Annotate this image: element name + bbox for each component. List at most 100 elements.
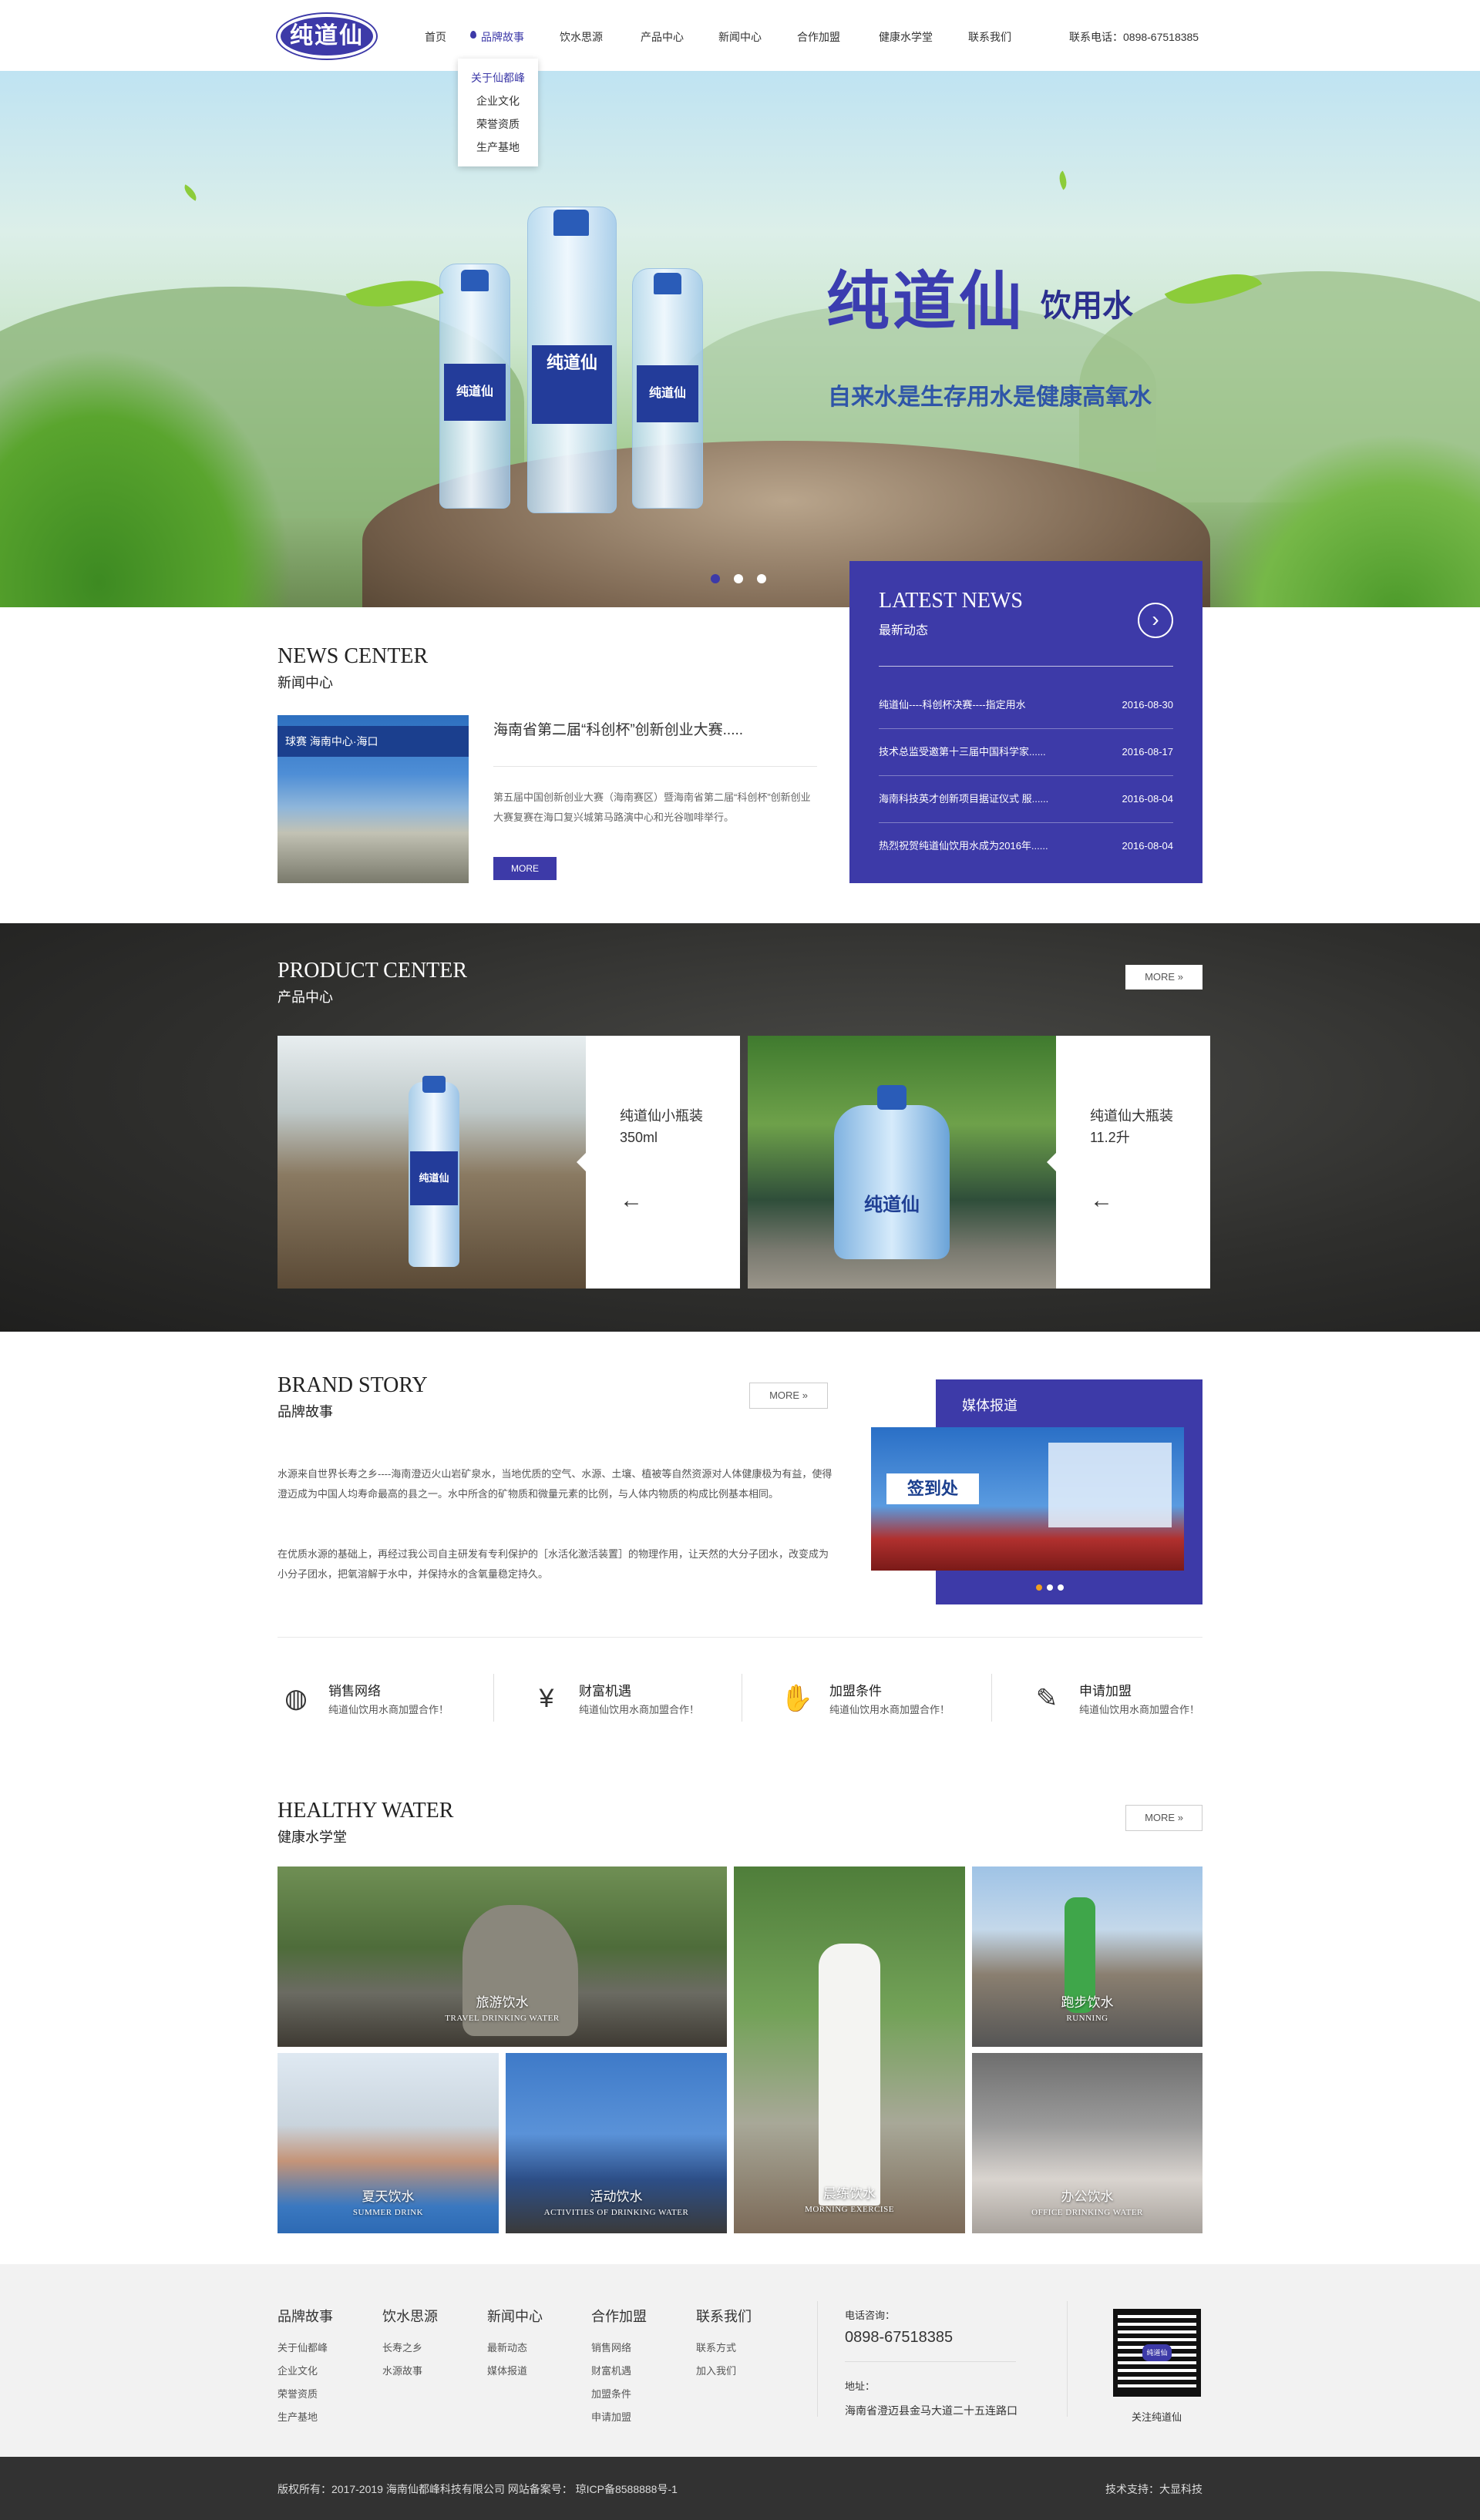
bottle-label: 纯道仙: [444, 364, 506, 421]
tile-travel[interactable]: 旅游饮水 TRAVEL DRINKING WATER: [278, 1866, 727, 2047]
product-more-button[interactable]: MORE »: [1125, 965, 1202, 990]
tile-caption: 跑步饮水: [1061, 1995, 1114, 2010]
healthy-more-button[interactable]: MORE »: [1125, 1805, 1202, 1831]
footer-link[interactable]: 媒体报道: [487, 2360, 543, 2383]
news-more-button[interactable]: MORE: [493, 857, 557, 880]
dropdown-item-honors[interactable]: 荣誉资质: [458, 113, 538, 136]
tile-caption: 旅游饮水: [476, 1995, 529, 2010]
tile-activities[interactable]: 活动饮水 ACTIVITIES OF DRINKING WATER: [506, 2053, 727, 2233]
footer-link[interactable]: 销售网络: [591, 2337, 647, 2360]
nav-news[interactable]: 新闻中心: [718, 0, 762, 71]
product-image: 纯道仙: [748, 1036, 1056, 1289]
tile-summer[interactable]: 夏天饮水 SUMMER DRINK: [278, 2053, 499, 2233]
site-logo[interactable]: 纯道仙: [278, 14, 376, 59]
footer-address: 海南省澄迈县金马大道二十五连路口: [845, 2404, 1018, 2417]
fern-foliage-right: [1202, 433, 1480, 607]
nav-home[interactable]: 首页: [425, 0, 446, 71]
tech-support[interactable]: 技术支持：大显科技: [1105, 2481, 1202, 2497]
footer-link[interactable]: 财富机遇: [591, 2360, 647, 2383]
footer-link[interactable]: 加盟条件: [591, 2383, 647, 2406]
news-summary: 第五届中国创新创业大赛（海南赛区）暨海南省第二届“科创杯”创新创业大赛复赛在海口…: [493, 791, 811, 823]
banner-board: [1048, 1443, 1172, 1527]
brand-more-button[interactable]: MORE »: [749, 1383, 828, 1409]
latest-news-item[interactable]: 纯道仙----科创杯决赛----指定用水 2016-08-30: [879, 682, 1173, 729]
hero-banner: 纯道仙 纯道仙 纯道仙 纯道仙 饮用水 自来水是生存用水是健康高氧水: [0, 71, 1480, 607]
slider-dot[interactable]: [757, 574, 766, 583]
latest-news-item[interactable]: 技术总监受邀第十三届中国科学家...... 2016-08-17: [879, 729, 1173, 776]
bottle-cap: [461, 270, 489, 291]
nav-healthy-water[interactable]: 健康水学堂: [879, 0, 933, 71]
photo-banner-text: 球赛 海南中心·海口: [278, 726, 469, 757]
dropdown-item-base[interactable]: 生产基地: [458, 136, 538, 159]
slider-dot-active[interactable]: [1036, 1584, 1042, 1591]
slider-dot[interactable]: [1047, 1584, 1053, 1591]
divider: [493, 1674, 494, 1722]
media-title: 媒体报道: [962, 1398, 1018, 1413]
dropdown-item-culture[interactable]: 企业文化: [458, 89, 538, 113]
arrow-right-circle-icon[interactable]: ›: [1138, 603, 1173, 638]
latest-news-item[interactable]: 海南科技英才创新项目据证仪式 服...... 2016-08-04: [879, 776, 1173, 823]
double-chevron-icon: »: [1177, 1812, 1183, 1823]
bottle-label: 纯道仙: [637, 365, 698, 422]
brand-paragraph-1: 水源来自世界长寿之乡----海南澄迈火山岩矿泉水，当地优质的空气、水源、土壤、植…: [278, 1468, 832, 1500]
feature-title: 财富机遇: [579, 1684, 631, 1698]
footer-col-news: 新闻中心 最新动态 媒体报道: [487, 2306, 543, 2383]
tile-running[interactable]: 跑步饮水 RUNNING: [972, 1866, 1202, 2047]
latest-news-item[interactable]: 热烈祝贺纯道仙饮用水成为2016年...... 2016-08-04: [879, 823, 1173, 870]
arrow-left-icon[interactable]: ←: [1090, 1189, 1113, 1212]
feature-conditions[interactable]: ✋ 加盟条件 纯道仙饮用水商加盟合作！: [779, 1677, 1010, 1720]
nav-water-source[interactable]: 饮水思源: [560, 0, 603, 71]
product-card[interactable]: 纯道仙 纯道仙小瓶装 350ml ←: [278, 1036, 740, 1289]
arrow-left-icon[interactable]: ←: [620, 1189, 643, 1212]
footer-col-head[interactable]: 联系我们: [696, 2306, 752, 2326]
qr-code-icon: 纯道仙: [1113, 2309, 1201, 2397]
footer-link[interactable]: 生产基地: [278, 2406, 333, 2429]
footer-link[interactable]: 加入我们: [696, 2360, 752, 2383]
footer-col-head[interactable]: 新闻中心: [487, 2306, 543, 2326]
divider: [845, 2361, 1016, 2362]
footer-link[interactable]: 关于仙都峰: [278, 2337, 333, 2360]
feature-sales-network[interactable]: ◍ 销售网络 纯道仙饮用水商加盟合作！: [278, 1677, 509, 1720]
brand-paragraph-2: 在优质水源的基础上，再经过我公司自主研发有专利保护的［水活化激活装置］的物理作用…: [278, 1548, 829, 1580]
news-headline[interactable]: 海南省第二届“科创杯”创新创业大赛.....: [493, 718, 743, 739]
feature-desc: 纯道仙饮用水商加盟合作！: [328, 1704, 449, 1715]
healthy-heading: HEALTHY WATER 健康水学堂: [278, 1799, 1202, 1846]
tile-morning[interactable]: 晨练饮水 MORNING EXERCISE: [734, 1866, 965, 2233]
bottle-label: 纯道仙: [532, 345, 612, 424]
nav-cooperation[interactable]: 合作加盟: [797, 0, 840, 71]
slider-dot[interactable]: [734, 574, 743, 583]
tile-office[interactable]: 办公饮水 OFFICE DRINKING WATER: [972, 2053, 1202, 2233]
feature-wealth[interactable]: ¥ 财富机遇 纯道仙饮用水商加盟合作！: [528, 1677, 759, 1720]
form-edit-icon: ✎: [1035, 1684, 1058, 1713]
product-subtitle: 产品中心: [278, 990, 333, 1005]
product-card[interactable]: 纯道仙 纯道仙大瓶装 11.2升 ←: [748, 1036, 1210, 1289]
feature-title: 申请加盟: [1079, 1684, 1132, 1698]
slider-dot-active[interactable]: [711, 574, 720, 583]
handshake-icon: ✋: [780, 1684, 814, 1713]
money-bag-icon: ¥: [539, 1684, 554, 1713]
footer-link[interactable]: 最新动态: [487, 2337, 543, 2360]
tile-caption-en: SUMMER DRINK: [352, 2208, 424, 2217]
sign-board: 签到处: [886, 1473, 979, 1504]
product-info: 纯道仙大瓶装 11.2升 ←: [1047, 1036, 1210, 1289]
footer-col-head[interactable]: 饮水思源: [382, 2306, 438, 2326]
footer-link[interactable]: 长寿之乡: [382, 2337, 438, 2360]
footer-link[interactable]: 水源故事: [382, 2360, 438, 2383]
feature-apply[interactable]: ✎ 申请加盟 纯道仙饮用水商加盟合作！: [1028, 1677, 1260, 1720]
nav-products[interactable]: 产品中心: [641, 0, 684, 71]
copyright-bar: 版权所有：2017-2019 海南仙都峰科技有限公司 网站备案号： 琼ICP备8…: [0, 2457, 1480, 2520]
top-header: 纯道仙 首页 品牌故事 饮水思源 产品中心 新闻中心 合作加盟 健康水学堂 联系…: [0, 0, 1480, 71]
footer-link[interactable]: 荣誉资质: [278, 2383, 333, 2406]
slider-dot[interactable]: [1058, 1584, 1064, 1591]
footer-col-head[interactable]: 合作加盟: [591, 2306, 647, 2326]
media-photo[interactable]: 签到处: [871, 1427, 1184, 1571]
nav-contact[interactable]: 联系我们: [968, 0, 1011, 71]
dropdown-item-about[interactable]: 关于仙都峰: [458, 66, 538, 89]
footer-link[interactable]: 申请加盟: [591, 2406, 647, 2429]
news-photo[interactable]: 球赛 海南中心·海口: [278, 715, 469, 883]
footer-link[interactable]: 联系方式: [696, 2337, 752, 2360]
qr-caption: 关注纯道仙: [1132, 2411, 1182, 2423]
footer-link[interactable]: 企业文化: [278, 2360, 333, 2383]
footer-col-head[interactable]: 品牌故事: [278, 2306, 333, 2326]
bottle-cap: [654, 273, 681, 294]
